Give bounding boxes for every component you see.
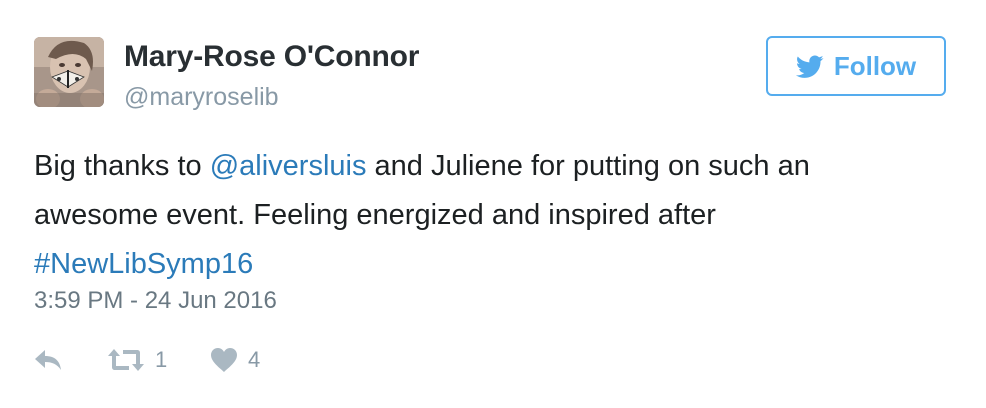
avatar-photo xyxy=(34,37,104,107)
like-button[interactable]: 4 xyxy=(210,344,260,376)
twitter-bird-icon xyxy=(795,54,824,78)
retweet-button[interactable]: 1 xyxy=(107,344,167,376)
follow-button[interactable]: Follow xyxy=(766,36,946,96)
mention-link[interactable]: @aliversluis xyxy=(210,150,367,182)
display-name[interactable]: Mary-Rose O'Connor xyxy=(124,40,419,74)
screen-name[interactable]: @maryroselib xyxy=(124,83,279,112)
reply-icon xyxy=(35,350,61,370)
tweet-text-part: Big thanks to xyxy=(34,150,210,182)
reply-button[interactable] xyxy=(34,344,64,376)
avatar[interactable] xyxy=(34,37,104,107)
hashtag-link[interactable]: #NewLibSymp16 xyxy=(34,248,253,280)
retweet-icon xyxy=(108,349,144,371)
tweet-text: Big thanks to @aliversluis and Juliene f… xyxy=(34,142,934,289)
retweet-count: 1 xyxy=(155,347,168,372)
embedded-tweet: Mary-Rose O'Connor @maryroselib Follow B… xyxy=(0,0,986,408)
follow-button-label: Follow xyxy=(833,50,917,81)
like-count: 4 xyxy=(248,347,261,372)
timestamp[interactable]: 3:59 PM - 24 Jun 2016 xyxy=(34,287,277,315)
heart-icon xyxy=(211,348,237,372)
